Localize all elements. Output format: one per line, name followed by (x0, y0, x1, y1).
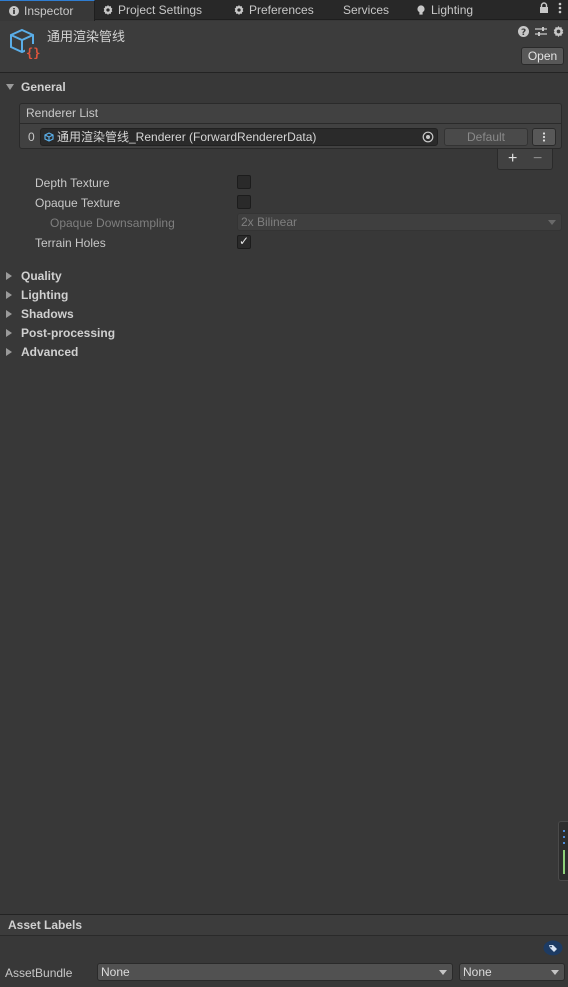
asset-labels-header[interactable]: Asset Labels (0, 915, 568, 936)
foldout-general[interactable]: General (6, 78, 66, 96)
svg-text:?: ? (521, 28, 526, 37)
dropdown-caret-icon (548, 220, 556, 225)
gear-icon[interactable] (553, 26, 564, 37)
foldout-post-processing[interactable]: Post-processing (6, 324, 115, 342)
kebab-menu-icon (542, 132, 546, 142)
info-icon (9, 6, 19, 16)
assetbundle-variant-dropdown[interactable]: None (459, 963, 565, 981)
tab-bar: Inspector Project Settings Preferences S… (0, 0, 568, 21)
side-scroll-widget[interactable] (558, 821, 568, 881)
add-renderer-button[interactable]: + (508, 149, 517, 168)
tab-lighting[interactable]: Lighting (416, 0, 473, 20)
foldout-label: Advanced (21, 345, 79, 359)
terrain-holes-label: Terrain Holes (35, 236, 106, 250)
tab-preferences[interactable]: Preferences (234, 0, 314, 20)
tab-services[interactable]: Services (343, 0, 389, 20)
collapse-arrow-icon (6, 348, 12, 356)
set-default-button[interactable]: Default (444, 128, 528, 146)
depth-texture-checkbox[interactable] (237, 175, 251, 189)
dropdown-caret-icon (551, 970, 559, 975)
renderer-name: 通用渲染管线_Renderer (ForwardRendererData) (57, 130, 317, 144)
tab-project-settings[interactable]: Project Settings (103, 0, 202, 20)
open-button[interactable]: Open (521, 47, 564, 65)
opaque-texture-label: Opaque Texture (35, 196, 121, 210)
renderer-more-button[interactable] (532, 128, 556, 146)
dropdown-value: None (463, 965, 492, 979)
pipeline-asset-icon: {} (10, 28, 41, 60)
tab-inspector[interactable]: Inspector (0, 0, 95, 21)
assetbundle-name-dropdown[interactable]: None (97, 963, 453, 981)
tab-label: Project Settings (118, 3, 203, 17)
depth-texture-label: Depth Texture (35, 176, 110, 190)
foldout-label: General (21, 80, 66, 94)
list-item-index: 0 (28, 130, 35, 144)
collapse-arrow-icon (6, 329, 12, 337)
foldout-advanced[interactable]: Advanced (6, 343, 78, 361)
opaque-downsampling-label: Opaque Downsampling (50, 216, 175, 230)
lock-icon[interactable] (539, 2, 549, 14)
foldout-quality[interactable]: Quality (6, 267, 62, 285)
tab-label: Preferences (249, 3, 314, 17)
renderer-object-field[interactable]: 通用渲染管线_Renderer (ForwardRendererData) (40, 128, 438, 146)
foldout-shadows[interactable]: Shadows (6, 305, 74, 323)
asset-title: 通用渲染管线 (47, 29, 126, 44)
renderer-data-icon (44, 132, 54, 142)
foldout-label: Shadows (21, 307, 74, 321)
foldout-label: Post-processing (21, 326, 116, 340)
opaque-texture-checkbox[interactable] (237, 195, 251, 209)
object-picker-icon[interactable] (422, 131, 434, 143)
preset-sliders-icon[interactable] (535, 26, 547, 37)
foldout-label: Quality (21, 269, 62, 283)
collapse-arrow-icon (6, 272, 12, 280)
lightbulb-icon (417, 5, 425, 15)
inspector-header: {} 通用渲染管线 ? Open (0, 21, 568, 73)
tab-label: Services (343, 3, 390, 17)
foldout-label: Lighting (21, 288, 69, 302)
expand-arrow-icon (6, 84, 14, 90)
collapse-arrow-icon (6, 291, 12, 299)
terrain-holes-checkbox[interactable]: ✓ (237, 234, 251, 249)
checkmark-icon: ✓ (239, 234, 250, 248)
dropdown-value: 2x Bilinear (241, 215, 298, 229)
dropdown-caret-icon (439, 970, 447, 975)
svg-text:{}: {} (26, 46, 40, 60)
gear-icon (234, 5, 244, 15)
gear-icon (103, 5, 113, 15)
opaque-downsampling-dropdown[interactable]: 2x Bilinear (237, 213, 562, 231)
kebab-menu-icon[interactable] (558, 2, 562, 14)
tab-label: Inspector (24, 4, 74, 18)
level-meter-icon (563, 830, 565, 874)
tab-label: Lighting (431, 3, 474, 17)
tag-icon[interactable] (543, 940, 563, 956)
collapse-arrow-icon (6, 310, 12, 318)
list-add-remove: + − (497, 149, 553, 170)
assetbundle-label: AssetBundle (5, 966, 73, 980)
renderer-list-header: Renderer List (19, 103, 562, 123)
dropdown-value: None (101, 965, 130, 979)
foldout-lighting[interactable]: Lighting (6, 286, 68, 304)
renderer-list: 0 通用渲染管线_Renderer (ForwardRendererData) … (19, 123, 562, 149)
remove-renderer-button[interactable]: − (533, 149, 542, 168)
help-icon[interactable]: ? (518, 26, 529, 37)
